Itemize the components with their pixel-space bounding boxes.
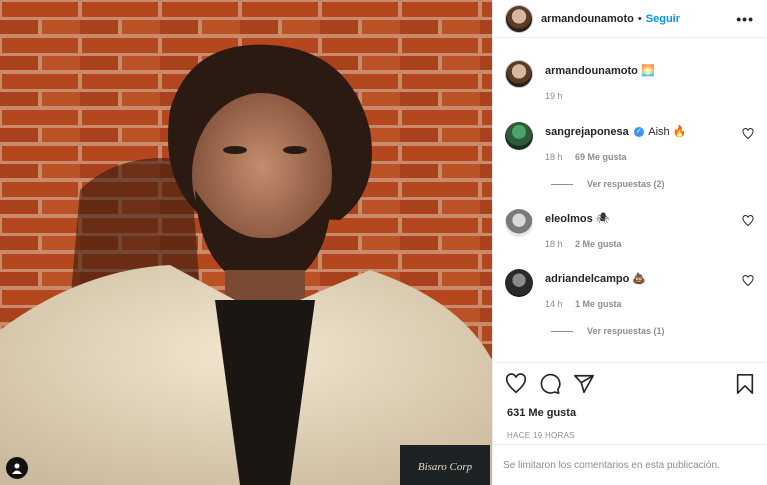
post-actions: 631 Me gusta HACE 19 HORAS [493,362,767,444]
instagram-post: Bisaro Corp armandounamoto • Seguir ••• … [0,0,767,485]
heart-icon[interactable] [505,373,527,395]
comment-text: 🕷 [595,213,610,225]
comment-heart-icon[interactable] [742,275,754,287]
verified-badge-icon: ✓ [633,127,644,138]
comment-item: adriandelcampo 💩 14 h 1 Me gusta [505,269,760,309]
comment-time: 18 h [545,152,563,162]
comment-meta: 18 h 69 Me gusta [545,152,686,162]
likes-count[interactable]: 631 Me gusta [507,407,576,419]
comment-time: 14 h [545,299,563,309]
comment-heart-icon[interactable] [742,128,754,140]
comment-meta: 18 h 2 Me gusta [545,239,622,249]
view-replies-label[interactable]: Ver respuestas (2) [587,179,665,189]
caption-username[interactable]: armandounamoto [545,65,638,77]
comment-username[interactable]: adriandelcampo [545,273,629,285]
comment-likes-link[interactable]: 69 Me gusta [575,152,627,162]
caption-avatar[interactable] [505,60,533,88]
comments-limited-notice: Se limitaron los comentarios en esta pub… [493,444,767,485]
comment-text-row: sangrejaponesa ✓ Aish 🔥 [545,125,686,139]
comment-text: Aish 🔥 [648,126,687,138]
user-tag-icon[interactable] [6,457,28,479]
comment-username[interactable]: sangrejaponesa [545,126,629,138]
svg-text:Bisaro Corp: Bisaro Corp [418,461,473,473]
caption-time: 19 h [545,91,563,101]
comment-meta: 14 h 1 Me gusta [545,299,646,309]
post-photo[interactable]: Bisaro Corp [0,0,492,485]
separator-dot: • [637,12,642,25]
comment-item: eleolmos 🕷 18 h 2 Me gusta [505,209,760,249]
comments-list[interactable]: armandounamoto 🌅 19 h sangrejaponesa ✓ A… [493,38,767,362]
post-timestamp: HACE 19 HORAS [507,431,575,440]
selfie-image: Bisaro Corp [0,0,492,485]
comment-avatar[interactable] [505,269,533,297]
replies-line [551,183,573,185]
view-replies-label[interactable]: Ver respuestas (1) [587,326,665,336]
share-icon[interactable] [573,373,595,395]
view-replies-button[interactable]: Ver respuestas (1) [551,326,665,336]
follow-button[interactable]: Seguir [646,13,680,25]
more-horizontal-icon[interactable]: ••• [736,11,754,27]
comment-username[interactable]: eleolmos [545,213,593,225]
post-header: armandounamoto • Seguir ••• [493,0,767,38]
author-username[interactable]: armandounamoto [541,13,634,25]
comment-time: 18 h [545,239,563,249]
author-avatar[interactable] [505,4,533,33]
caption-text: 🌅 [640,65,655,77]
comment-item: sangrejaponesa ✓ Aish 🔥 18 h 69 Me gusta [505,122,760,162]
comment-avatar[interactable] [505,209,533,237]
comment-avatar[interactable] [505,122,533,150]
caption-text-row: armandounamoto 🌅 [545,64,655,78]
bookmark-icon[interactable] [734,373,756,395]
comment-likes-link[interactable]: 1 Me gusta [575,299,622,309]
comment-text: 💩 [632,273,647,285]
comment-icon[interactable] [539,373,561,395]
caption: armandounamoto 🌅 19 h [505,60,655,101]
view-replies-button[interactable]: Ver respuestas (2) [551,179,665,189]
comment-text-row: adriandelcampo 💩 [545,272,646,286]
comment-likes-link[interactable]: 2 Me gusta [575,239,622,249]
comment-heart-icon[interactable] [742,215,754,227]
comment-text-row: eleolmos 🕷 [545,212,622,226]
post-side-panel: armandounamoto • Seguir ••• armandounamo… [492,0,767,485]
replies-line [551,330,573,332]
